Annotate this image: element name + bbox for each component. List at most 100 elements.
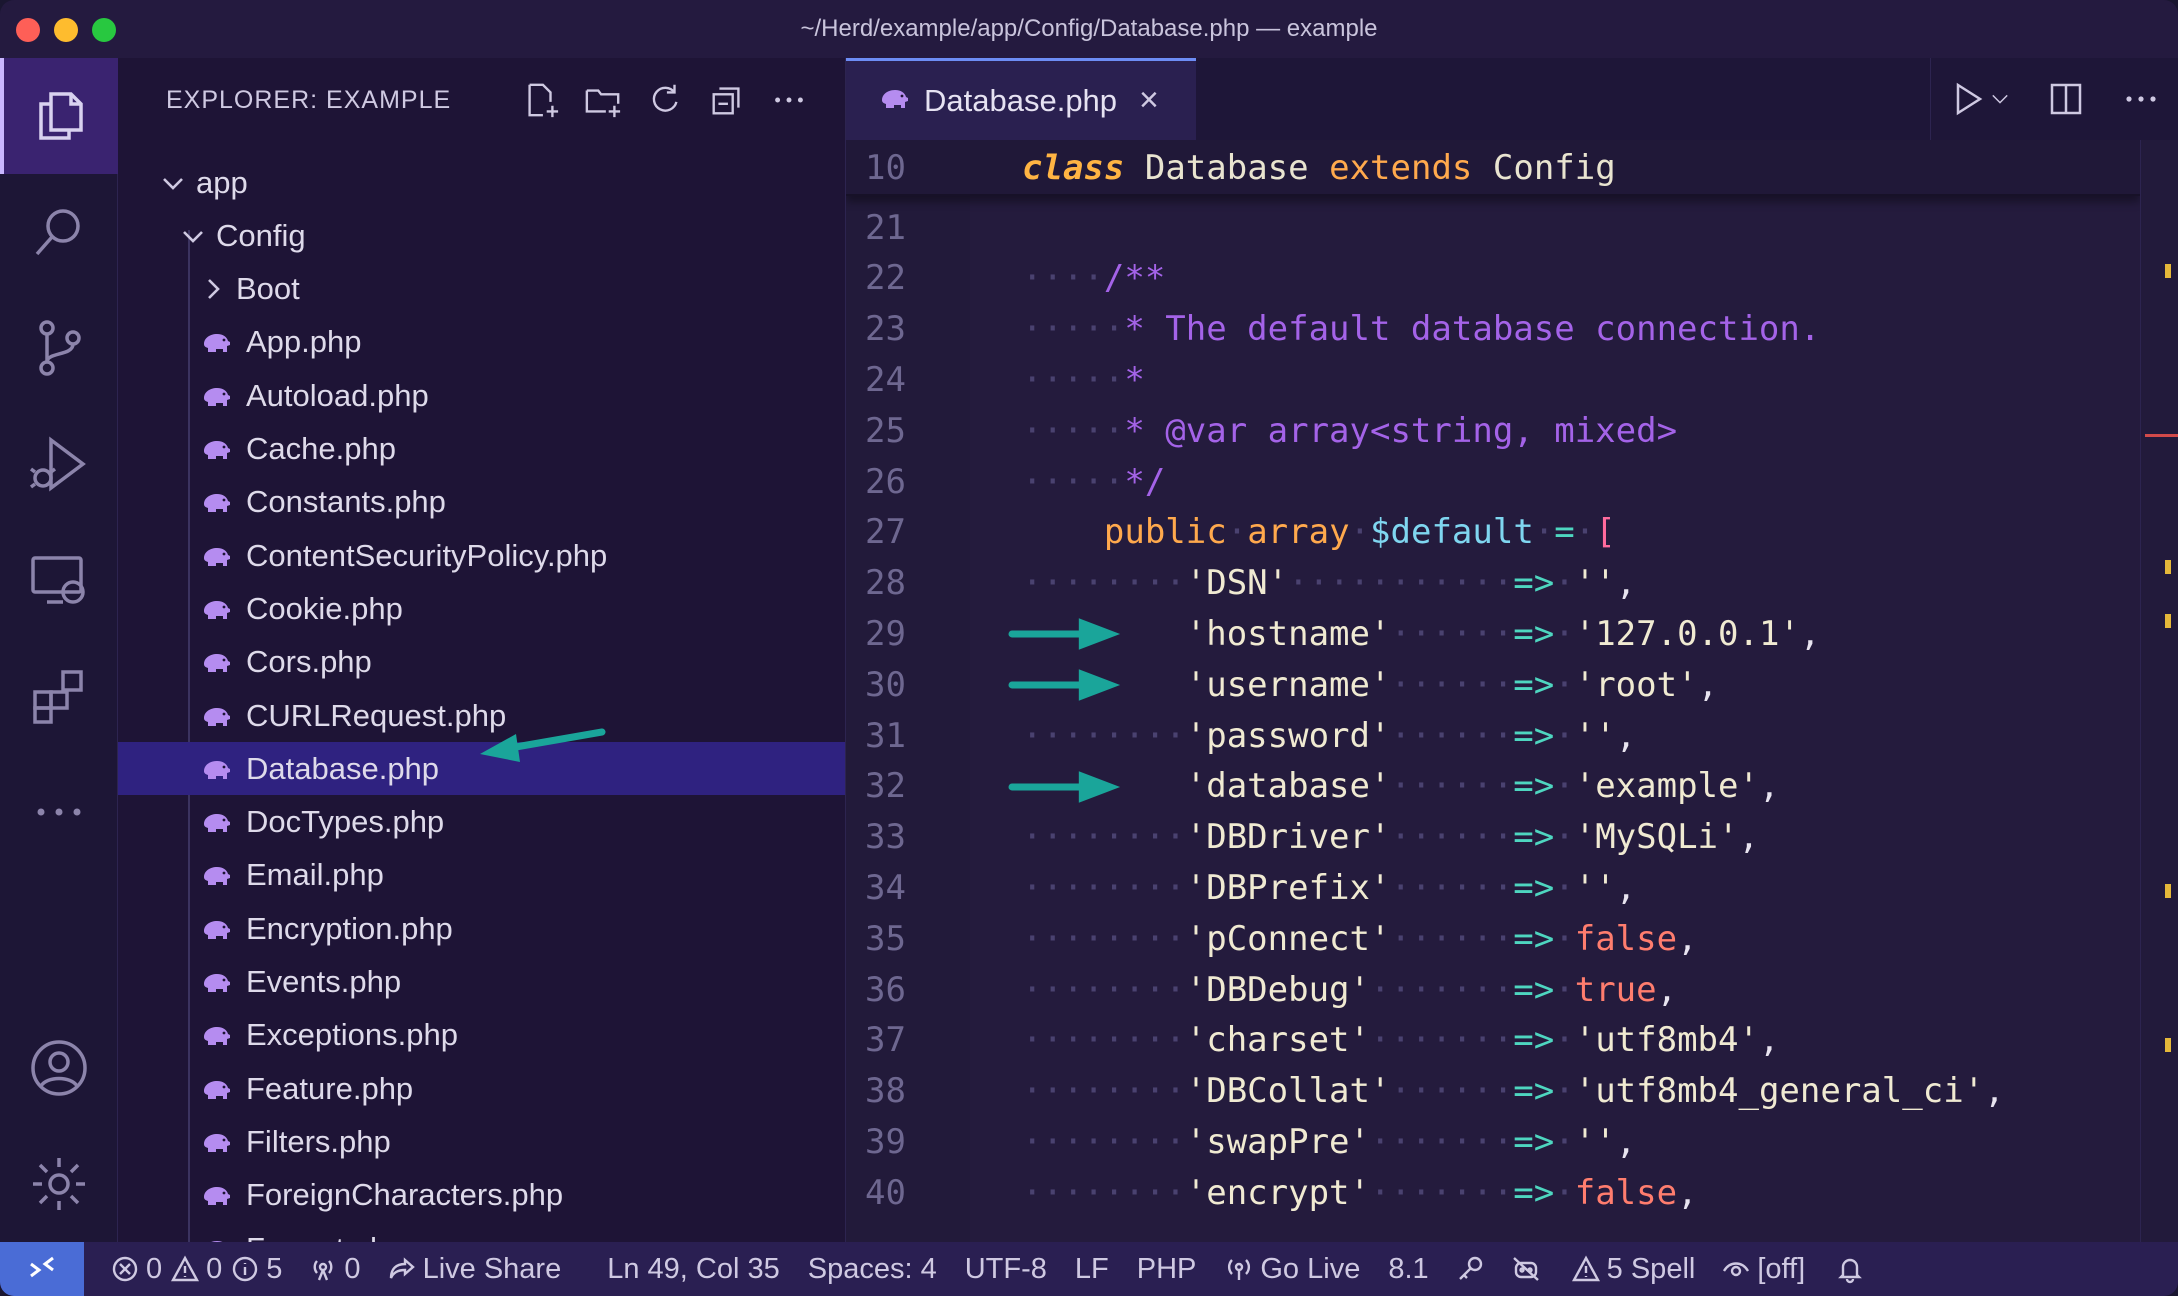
sticky-scroll-header[interactable]: 10 class Database extends Config xyxy=(846,140,2140,196)
annotation-arrow xyxy=(1008,669,1121,701)
php-version[interactable]: 8.1 xyxy=(1388,1253,1428,1286)
search-activity[interactable] xyxy=(0,174,118,290)
array-value: false xyxy=(1574,918,1678,959)
array-value: '' xyxy=(1574,1121,1616,1162)
account-icon xyxy=(31,1040,87,1096)
accounts-activity[interactable] xyxy=(0,1010,118,1126)
folder-item[interactable]: app xyxy=(118,156,845,209)
file-item[interactable]: ForeignCharacters.php xyxy=(118,1169,845,1222)
manage-activity[interactable] xyxy=(0,1126,118,1242)
new-folder-button[interactable] xyxy=(583,78,623,122)
cursor-position[interactable]: Ln 49, Col 35 xyxy=(607,1253,780,1286)
file-item[interactable]: Feature.php xyxy=(118,1062,845,1115)
more-activity[interactable] xyxy=(0,754,118,870)
overview-cursor-marker xyxy=(2145,434,2178,437)
file-item[interactable]: App.php xyxy=(118,316,845,369)
explorer-activity[interactable] xyxy=(0,58,118,174)
line-number: 35 xyxy=(865,918,906,959)
array-key: 'DBPrefix' xyxy=(1185,867,1391,908)
problems-indicator[interactable]: 0 0 5 xyxy=(110,1253,282,1286)
file-item[interactable]: Cookie.php xyxy=(118,582,845,635)
collapse-folders-button[interactable] xyxy=(707,78,747,122)
tree-item-label: Events.php xyxy=(246,964,402,999)
indent-whitespace: ········ xyxy=(1022,563,1186,604)
remote-explorer-activity[interactable] xyxy=(0,522,118,638)
tree-item-label: Exceptions.php xyxy=(246,1017,458,1053)
file-item[interactable]: Cache.php xyxy=(118,423,845,476)
run-debug-activity[interactable] xyxy=(0,406,118,522)
split-editor-button[interactable] xyxy=(2046,79,2086,119)
tree-item-label: app xyxy=(196,164,248,200)
tree-item-label: Database.php xyxy=(246,750,440,786)
code-line: 21 xyxy=(846,202,2140,253)
line-number: 40 xyxy=(865,1172,906,1213)
editor-toolbar xyxy=(1930,58,2178,140)
preview-toggle[interactable]: [off] xyxy=(1721,1253,1805,1286)
bell-icon xyxy=(1838,1258,1863,1284)
php-file-icon xyxy=(200,1183,234,1207)
go-live-button[interactable]: Go Live xyxy=(1224,1253,1360,1286)
extensions-activity[interactable] xyxy=(0,638,118,754)
code-editor[interactable]: 10 class Database extends Config 21 22 ····… xyxy=(846,140,2140,1242)
php-file-icon xyxy=(200,544,234,568)
notifications-button[interactable] xyxy=(1835,1254,1871,1284)
language-mode[interactable]: PHP xyxy=(1137,1253,1197,1286)
folder-item[interactable]: Boot xyxy=(118,263,845,316)
eol-indicator[interactable]: LF xyxy=(1075,1253,1109,1286)
refresh-explorer-button[interactable] xyxy=(645,78,685,122)
php-file-icon xyxy=(878,86,910,115)
run-file-button[interactable] xyxy=(1948,79,2012,119)
double-arrow-operator: => xyxy=(1513,1071,1555,1112)
file-item[interactable]: Exceptions.php xyxy=(118,1009,845,1062)
new-file-button[interactable] xyxy=(521,78,561,122)
variable-default: $default xyxy=(1370,512,1534,553)
folder-item[interactable]: Config xyxy=(118,209,845,262)
minimize-window-button[interactable] xyxy=(54,18,78,42)
maximize-window-button[interactable] xyxy=(92,18,116,42)
double-arrow-operator: => xyxy=(1513,817,1555,858)
code-line: 37 ········'charset' ······· => ·'utf8mb4', xyxy=(846,1015,2140,1066)
file-item[interactable]: Email.php xyxy=(118,849,845,902)
encoding-indicator[interactable]: UTF-8 xyxy=(965,1253,1047,1286)
chevron-down-icon xyxy=(158,168,188,198)
indent-whitespace: ········ xyxy=(1022,817,1186,858)
file-item[interactable]: ContentSecurityPolicy.php xyxy=(118,529,845,582)
close-window-button[interactable] xyxy=(16,18,40,42)
tree-item-label: Cache.php xyxy=(246,431,396,466)
array-value: true xyxy=(1574,969,1657,1010)
file-item[interactable]: Cors.php xyxy=(118,636,845,689)
spell-indicator[interactable]: 5 Spell xyxy=(1571,1253,1695,1286)
array-value: 'example' xyxy=(1574,766,1759,807)
assign-operator: = xyxy=(1554,512,1575,553)
php-file-icon xyxy=(200,330,234,354)
source-control-activity[interactable] xyxy=(0,290,118,406)
double-arrow-operator: => xyxy=(1513,613,1555,654)
file-item[interactable]: DocTypes.php xyxy=(118,796,845,849)
ports-indicator[interactable]: 0 xyxy=(308,1253,361,1286)
doc-comment: * @var array<string, mixed> xyxy=(1124,410,1678,451)
file-item[interactable]: Events.php xyxy=(118,956,845,1009)
file-item[interactable]: Filters.php xyxy=(118,1115,845,1168)
eye-icon xyxy=(1723,1262,1750,1277)
explorer-more-button[interactable] xyxy=(769,78,809,122)
file-item[interactable]: Autoload.php xyxy=(118,369,845,422)
key-button[interactable] xyxy=(1455,1254,1491,1284)
tab-bar: Database.php × xyxy=(846,58,2178,140)
close-tab-icon[interactable]: × xyxy=(1139,81,1159,120)
file-item[interactable]: Constants.php xyxy=(118,476,845,529)
live-share-button[interactable]: Live Share xyxy=(387,1253,561,1286)
tab-label: Database.php xyxy=(924,82,1118,118)
remote-indicator[interactable] xyxy=(0,1242,84,1296)
tab-database-php[interactable]: Database.php × xyxy=(846,58,1196,140)
keyword-public: public xyxy=(1103,512,1227,553)
line-number: 10 xyxy=(865,147,906,188)
indentation-indicator[interactable]: Spaces: 4 xyxy=(808,1253,937,1286)
file-item[interactable]: Encryption.php xyxy=(118,902,845,955)
status-bar: 0 0 5 0 Live Share Ln 49, Col 35 Spaces:… xyxy=(0,1242,2178,1296)
warning-count: 0 xyxy=(206,1252,223,1285)
code-line: 31 ········'password' ······ => · '', xyxy=(846,710,2140,761)
copilot-status[interactable] xyxy=(1511,1254,1547,1284)
editor-scrollbar[interactable] xyxy=(2140,140,2178,1242)
file-item[interactable]: Format.php xyxy=(118,1222,845,1242)
editor-more-button[interactable] xyxy=(2121,79,2161,119)
